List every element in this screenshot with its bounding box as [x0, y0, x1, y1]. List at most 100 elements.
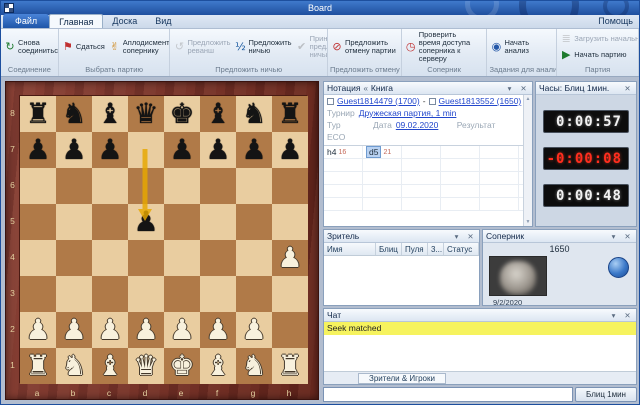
- spectator-list[interactable]: [324, 256, 479, 305]
- move-cell[interactable]: [480, 159, 519, 171]
- square-f8[interactable]: ♝: [200, 96, 236, 132]
- square-d2[interactable]: ♟: [128, 312, 164, 348]
- square-a8[interactable]: ♜: [20, 96, 56, 132]
- square-g5[interactable]: [236, 204, 272, 240]
- menu-tab[interactable]: Главная: [49, 14, 103, 28]
- scroll-up-icon[interactable]: ▲: [526, 96, 531, 102]
- move-cell[interactable]: [363, 159, 402, 171]
- move-cell[interactable]: [324, 172, 363, 184]
- square-h4[interactable]: ♟: [272, 240, 308, 276]
- column-header[interactable]: Пуля: [402, 243, 428, 255]
- ribbon-button[interactable]: ▶Начать партию: [558, 48, 628, 62]
- close-icon[interactable]: ✕: [622, 310, 633, 321]
- chat-input[interactable]: [323, 387, 573, 402]
- square-g6[interactable]: [236, 168, 272, 204]
- notation-scrollbar[interactable]: ▲ ▼: [523, 95, 532, 226]
- column-header[interactable]: Блиц: [376, 243, 402, 255]
- square-e7[interactable]: ♟: [164, 132, 200, 168]
- square-b7[interactable]: ♟: [56, 132, 92, 168]
- menu-tab[interactable]: Вид: [146, 14, 180, 28]
- square-a4[interactable]: [20, 240, 56, 276]
- square-a2[interactable]: ♟: [20, 312, 56, 348]
- panel-menu-icon[interactable]: ▾: [608, 231, 619, 242]
- move-cell[interactable]: [402, 198, 441, 210]
- move-cell[interactable]: [402, 146, 441, 158]
- close-icon[interactable]: ✕: [622, 83, 633, 94]
- chat-messages[interactable]: [324, 335, 636, 371]
- square-g8[interactable]: ♞: [236, 96, 272, 132]
- close-icon[interactable]: ✕: [465, 231, 476, 242]
- move-white[interactable]: h4: [327, 147, 336, 157]
- square-e5[interactable]: [164, 204, 200, 240]
- square-b4[interactable]: [56, 240, 92, 276]
- move-cell[interactable]: h416: [324, 146, 363, 158]
- move-cell[interactable]: [441, 172, 480, 184]
- white-player-checkbox[interactable]: [327, 98, 334, 105]
- square-a1[interactable]: ♜: [20, 348, 56, 384]
- square-d7[interactable]: [128, 132, 164, 168]
- close-icon[interactable]: ✕: [622, 231, 633, 242]
- menu-tab[interactable]: Доска: [103, 14, 146, 28]
- move-cell[interactable]: [441, 146, 480, 158]
- move-cell[interactable]: [324, 159, 363, 171]
- move-cell[interactable]: [441, 159, 480, 171]
- square-c2[interactable]: ♟: [92, 312, 128, 348]
- square-h1[interactable]: ♜: [272, 348, 308, 384]
- move-cell[interactable]: [402, 185, 441, 197]
- square-b5[interactable]: [56, 204, 92, 240]
- panel-menu-icon[interactable]: ▾: [504, 83, 515, 94]
- move-cell[interactable]: [324, 198, 363, 210]
- square-a3[interactable]: [20, 276, 56, 312]
- column-header[interactable]: Имя: [324, 243, 376, 255]
- square-c6[interactable]: [92, 168, 128, 204]
- square-d1[interactable]: ♛: [128, 348, 164, 384]
- move-cell[interactable]: [441, 198, 480, 210]
- file-menu-button[interactable]: Файл: [3, 14, 49, 28]
- date-link[interactable]: 09.02.2020: [396, 120, 439, 130]
- square-g7[interactable]: ♟: [236, 132, 272, 168]
- ribbon-button[interactable]: ◉Начать анализ: [488, 38, 555, 57]
- column-header[interactable]: Статус: [444, 243, 479, 255]
- square-c1[interactable]: ♝: [92, 348, 128, 384]
- square-g4[interactable]: [236, 240, 272, 276]
- ribbon-button[interactable]: ◷Проверить время доступа соперника к сер…: [403, 30, 477, 65]
- square-d5[interactable]: ♟: [128, 204, 164, 240]
- square-h2[interactable]: [272, 312, 308, 348]
- square-b2[interactable]: ♟: [56, 312, 92, 348]
- square-f2[interactable]: ♟: [200, 312, 236, 348]
- chevron-left-icon[interactable]: «: [363, 84, 367, 93]
- ribbon-button[interactable]: ✌Аплодисменты сопернику: [107, 38, 170, 57]
- move-cell[interactable]: [480, 198, 519, 210]
- panel-menu-icon[interactable]: ▾: [608, 310, 619, 321]
- square-g2[interactable]: ♟: [236, 312, 272, 348]
- square-b1[interactable]: ♞: [56, 348, 92, 384]
- square-g1[interactable]: ♞: [236, 348, 272, 384]
- square-h3[interactable]: [272, 276, 308, 312]
- square-a6[interactable]: [20, 168, 56, 204]
- square-b6[interactable]: [56, 168, 92, 204]
- square-c4[interactable]: [92, 240, 128, 276]
- square-f5[interactable]: [200, 204, 236, 240]
- square-e1[interactable]: ♚: [164, 348, 200, 384]
- square-d8[interactable]: ♛: [128, 96, 164, 132]
- move-cell[interactable]: [480, 146, 519, 158]
- move-cell[interactable]: [480, 172, 519, 184]
- move-cell[interactable]: [363, 185, 402, 197]
- panel-menu-icon[interactable]: ▾: [451, 231, 462, 242]
- square-h5[interactable]: [272, 204, 308, 240]
- close-icon[interactable]: ✕: [518, 83, 529, 94]
- help-menu[interactable]: Помощь: [592, 14, 639, 28]
- square-a5[interactable]: [20, 204, 56, 240]
- square-c7[interactable]: ♟: [92, 132, 128, 168]
- black-player-link[interactable]: Guest1813552 (1650): [439, 96, 522, 106]
- chat-tab-spectators-players[interactable]: Зрители & Игроки: [358, 373, 446, 384]
- square-f6[interactable]: [200, 168, 236, 204]
- square-e8[interactable]: ♚: [164, 96, 200, 132]
- tab-notation[interactable]: Нотация: [327, 83, 360, 93]
- square-e6[interactable]: [164, 168, 200, 204]
- ribbon-button[interactable]: ↻Снова соединиться: [2, 38, 58, 57]
- move-cell[interactable]: [402, 172, 441, 184]
- square-e3[interactable]: [164, 276, 200, 312]
- square-c5[interactable]: [92, 204, 128, 240]
- black-player-checkbox[interactable]: [429, 98, 436, 105]
